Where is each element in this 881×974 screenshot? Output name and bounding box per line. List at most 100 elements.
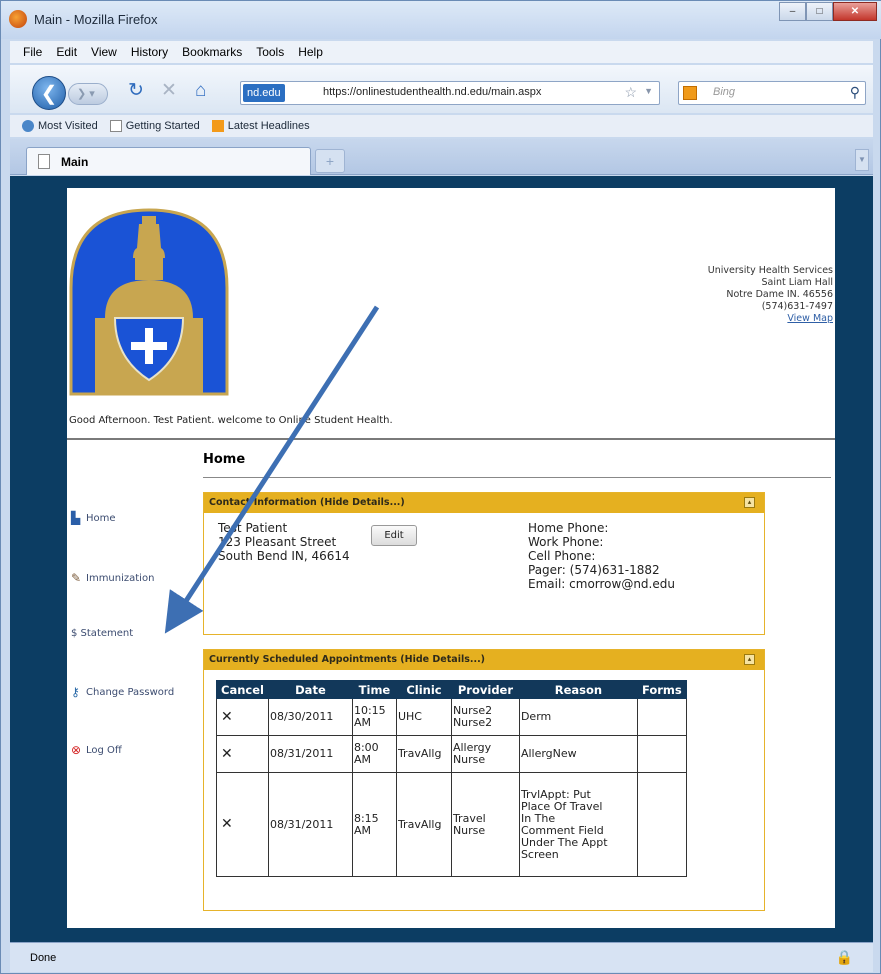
column-header: Reason: [518, 680, 638, 699]
search-bar[interactable]: Bing ⚲: [678, 81, 866, 105]
bookmarks-toolbar: Most Visited Getting Started Latest Head…: [10, 115, 873, 137]
most-visited-icon: [22, 120, 34, 132]
sidebar-item-immunization[interactable]: ✎ Immunization: [71, 572, 154, 584]
provider-line: Nurse: [452, 753, 486, 766]
new-tab-button[interactable]: +: [315, 149, 345, 173]
syringe-icon: ✎: [71, 571, 82, 585]
phone-line: Cell Phone:: [528, 549, 596, 563]
url-text[interactable]: https://onlinestudenthealth.nd.edu/main.…: [323, 86, 541, 98]
date-cell: 08/31/2011: [267, 772, 353, 877]
search-engine-icon[interactable]: [683, 86, 697, 100]
reason-line: Under The Appt: [520, 835, 608, 849]
menu-bookmarks[interactable]: Bookmarks: [182, 45, 242, 59]
lock-icon[interactable]: 🔒: [836, 949, 853, 966]
appointments-panel-header[interactable]: Currently Scheduled Appointments (Hide D…: [204, 650, 764, 670]
home-icon[interactable]: ⌂: [195, 81, 206, 101]
menu-view[interactable]: View: [91, 45, 117, 59]
reload-icon[interactable]: ↻: [128, 81, 144, 101]
sidebar-item-label: Home: [86, 512, 116, 524]
sidebar-item-home[interactable]: ▙ Home: [71, 512, 116, 524]
bookmark-latest-headlines[interactable]: Latest Headlines: [211, 120, 310, 132]
panel-title[interactable]: Currently Scheduled Appointments (Hide D…: [209, 654, 485, 665]
menu-history[interactable]: History: [131, 45, 168, 59]
bookmark-label: Getting Started: [125, 120, 200, 132]
window-controls: – □ ✕: [779, 2, 877, 21]
tab-list-button[interactable]: ▼: [855, 149, 869, 171]
table-row: ✕ 08/31/2011 8:15 AM TravAllg Travel Nurse…: [216, 772, 687, 877]
forward-button[interactable]: ❯ ▾: [68, 83, 108, 105]
sidebar-item-statement[interactable]: $ Statement: [71, 628, 133, 639]
university-dome-logo-icon: [69, 208, 229, 396]
search-icon[interactable]: ⚲: [850, 84, 860, 101]
navigation-toolbar: ❮ ❯ ▾ ↻ ✕ ⌂ nd.edu https://onlinestudent…: [10, 65, 873, 113]
cancel-appointment-icon[interactable]: ✕: [218, 816, 233, 832]
cancel-appointment-icon[interactable]: ✕: [218, 709, 233, 725]
address-bar[interactable]: nd.edu https://onlinestudenthealth.nd.ed…: [240, 81, 660, 105]
minimize-button[interactable]: –: [779, 2, 806, 21]
phone-line: Home Phone:: [528, 521, 609, 535]
menu-help[interactable]: Help: [298, 45, 323, 59]
search-input[interactable]: Bing: [713, 86, 735, 98]
phone-line: Work Phone:: [528, 535, 604, 549]
contact-line: South Bend IN, 46614: [218, 549, 350, 563]
site-identity-badge[interactable]: nd.edu: [243, 84, 285, 102]
panel-title[interactable]: Contact Information (Hide Details...): [209, 497, 405, 508]
contact-line: Test Patient: [218, 521, 288, 535]
stop-icon[interactable]: ✕: [161, 81, 177, 101]
menu-file[interactable]: File: [23, 45, 42, 59]
column-header: Time: [351, 680, 397, 699]
address-line: (574)631-7497: [761, 301, 833, 312]
time-cell: 8:00 AM: [351, 735, 397, 773]
time-line: AM: [353, 823, 371, 837]
chevron-down-icon[interactable]: ▼: [644, 86, 653, 96]
page-viewport[interactable]: University Health Services Saint Liam Ha…: [10, 176, 873, 942]
sidebar-item-label: Change Password: [86, 686, 175, 698]
bookmark-getting-started[interactable]: Getting Started: [109, 120, 200, 132]
home-icon: ▙: [71, 511, 81, 525]
menu-tools[interactable]: Tools: [256, 45, 284, 59]
collapse-icon[interactable]: ▴: [744, 654, 755, 665]
contact-panel-header[interactable]: Contact Information (Hide Details...) ▴: [204, 493, 764, 513]
menu-bar: File Edit View History Bookmarks Tools H…: [10, 41, 873, 63]
cancel-appointment-icon[interactable]: ✕: [218, 746, 233, 762]
cancel-cell: ✕: [216, 735, 269, 773]
bookmark-label: Latest Headlines: [227, 120, 310, 132]
sidebar-item-log-off[interactable]: ⊗ Log Off: [71, 744, 122, 756]
time-cell: 10:15 AM: [351, 698, 397, 736]
bookmark-most-visited[interactable]: Most Visited: [22, 120, 98, 132]
view-map-link[interactable]: View Map: [787, 313, 833, 324]
sidebar-item-change-password[interactable]: ⚷ Change Password: [71, 686, 174, 698]
edit-contact-button[interactable]: Edit: [371, 525, 417, 546]
phone-line: Pager: (574)631-1882: [528, 563, 660, 577]
maximize-button[interactable]: □: [806, 2, 833, 21]
collapse-icon[interactable]: ▴: [744, 497, 755, 508]
sidebar-item-label: Immunization: [86, 572, 155, 584]
time-cell: 8:15 AM: [351, 772, 397, 877]
firefox-icon: [9, 10, 27, 28]
sidebar-item-label: Log Off: [86, 744, 122, 756]
header-divider: [67, 438, 835, 440]
menu-edit[interactable]: Edit: [56, 45, 77, 59]
cancel-cell: ✕: [216, 698, 269, 736]
browser-window: Main - Mozilla Firefox – □ ✕ File Edit V…: [0, 0, 881, 974]
time-line: AM: [353, 753, 371, 766]
window-title: Main - Mozilla Firefox: [34, 12, 158, 27]
back-button[interactable]: ❮: [32, 76, 66, 110]
status-text: Done: [30, 952, 57, 964]
reason-line: TrvlAppt: Put: [520, 787, 591, 801]
close-button[interactable]: ✕: [833, 2, 877, 21]
address-line: Saint Liam Hall: [761, 277, 833, 288]
forms-cell: [636, 735, 687, 773]
clinic-address: University Health Services Saint Liam Ha…: [708, 265, 833, 325]
star-icon[interactable]: ☆: [624, 84, 637, 101]
time-line: 8:15: [353, 811, 379, 825]
date-cell: 08/31/2011: [267, 735, 353, 773]
date-cell: 08/30/2011: [267, 698, 353, 736]
title-bar: Main - Mozilla Firefox – □ ✕: [1, 1, 881, 39]
tab-main[interactable]: Main: [26, 147, 311, 175]
provider-line: Travel: [452, 811, 486, 825]
table-header-row: Cancel Date Time Clinic Provider Reason …: [216, 680, 687, 699]
reason-line: Screen: [520, 847, 559, 861]
title-divider: [203, 477, 831, 478]
provider-line: Nurse2: [452, 716, 493, 729]
